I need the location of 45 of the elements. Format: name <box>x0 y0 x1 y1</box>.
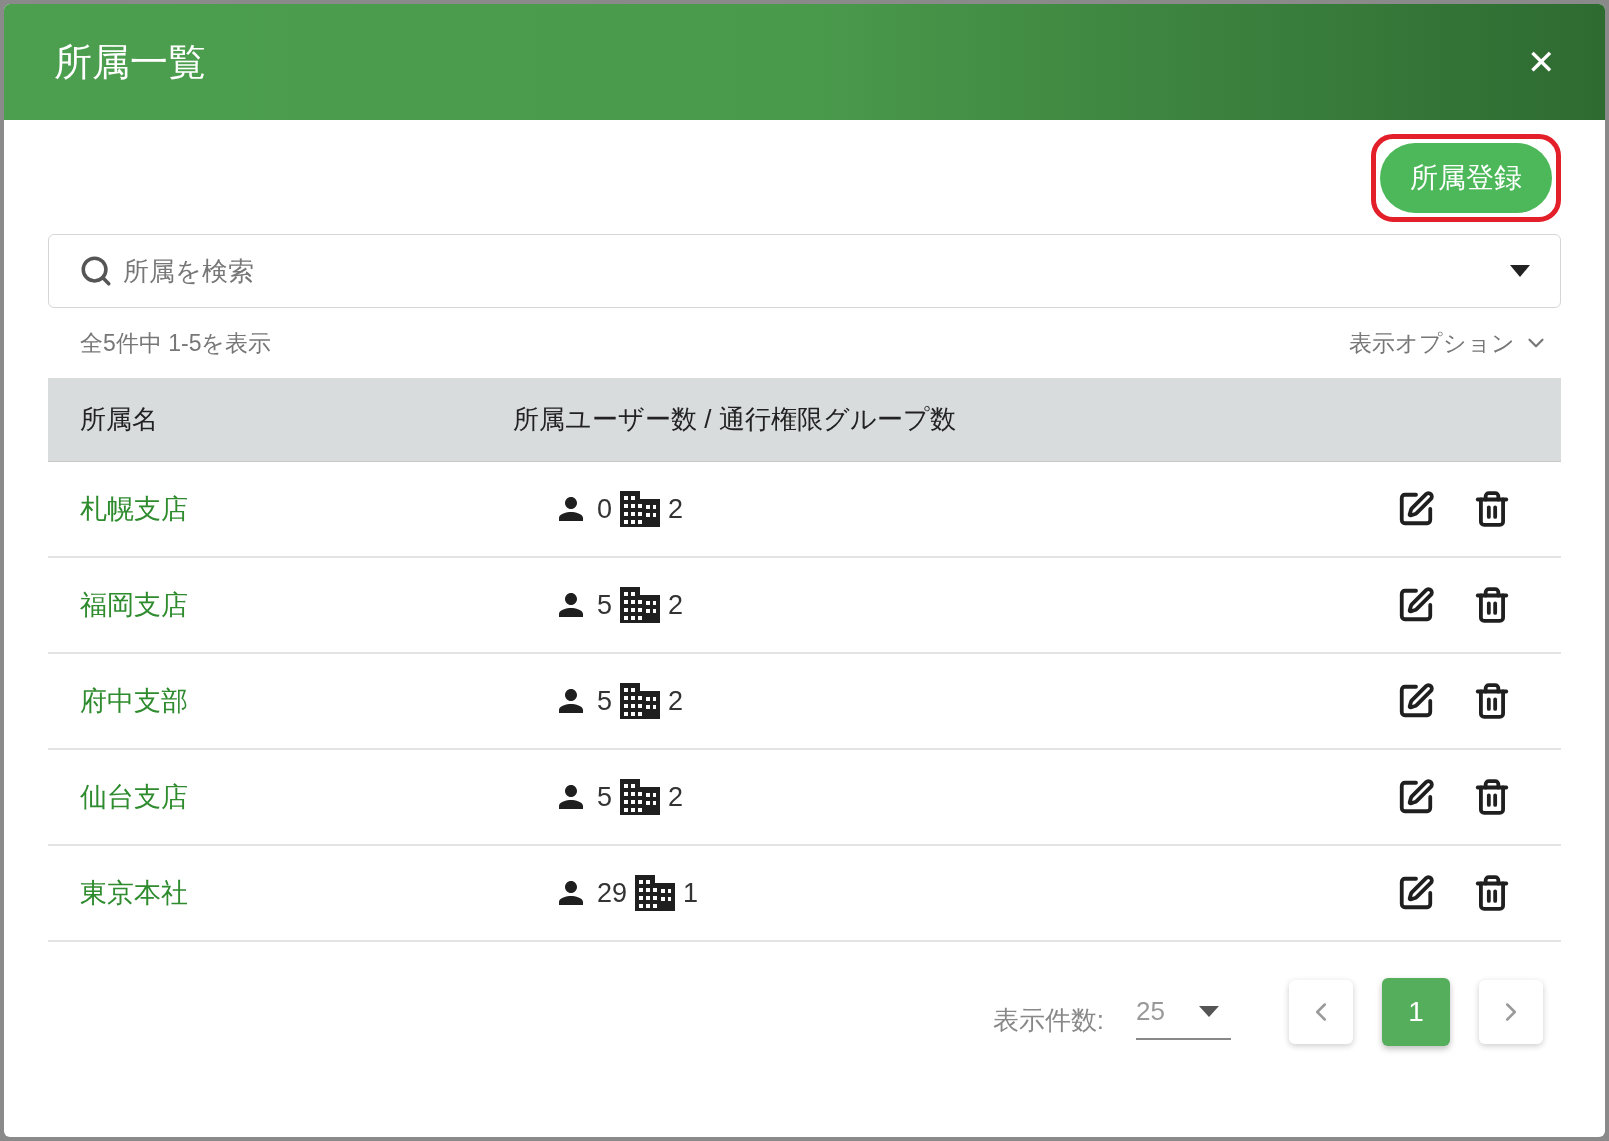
edit-button[interactable] <box>1397 682 1435 720</box>
group-count: 2 <box>668 588 684 622</box>
user-count: 5 <box>597 588 613 622</box>
building-icon <box>620 587 661 623</box>
edit-button[interactable] <box>1397 490 1435 528</box>
building-icon <box>620 683 661 719</box>
user-count: 29 <box>597 876 628 910</box>
department-link[interactable]: 東京本社 <box>48 872 553 914</box>
group-count: 1 <box>683 876 699 910</box>
delete-button[interactable] <box>1473 682 1511 720</box>
user-count: 0 <box>597 492 613 526</box>
search-icon <box>79 254 113 288</box>
edit-button[interactable] <box>1397 586 1435 624</box>
department-link[interactable]: 府中支部 <box>48 680 553 722</box>
group-count: 2 <box>668 684 684 718</box>
page-size-select[interactable]: 25 <box>1136 984 1231 1040</box>
result-summary: 全5件中 1-5を表示 <box>80 328 272 358</box>
building-icon <box>620 491 661 527</box>
group-count: 2 <box>668 492 684 526</box>
dropdown-caret-icon <box>1199 1005 1219 1017</box>
page-button[interactable]: 1 <box>1382 978 1450 1046</box>
edit-button[interactable] <box>1397 778 1435 816</box>
user-count: 5 <box>597 684 613 718</box>
delete-button[interactable] <box>1473 586 1511 624</box>
department-link[interactable]: 仙台支店 <box>48 776 553 818</box>
department-link[interactable]: 札幌支店 <box>48 488 553 530</box>
user-count: 5 <box>597 780 613 814</box>
delete-button[interactable] <box>1473 490 1511 528</box>
dialog-title: 所属一覧 <box>54 39 206 85</box>
page-size-label: 表示件数: <box>992 1003 1104 1037</box>
group-count: 2 <box>668 780 684 814</box>
delete-button[interactable] <box>1473 874 1511 912</box>
close-button[interactable]: ✕ <box>1527 45 1555 79</box>
building-icon <box>620 779 661 815</box>
edit-button[interactable] <box>1397 874 1435 912</box>
search-field[interactable]: 所属を検索 <box>123 251 1500 291</box>
search-bar[interactable]: 所属を検索 <box>48 234 1561 308</box>
department-link[interactable]: 福岡支店 <box>48 584 553 626</box>
register-button[interactable]: 所属登録 <box>1380 143 1552 213</box>
display-options-button[interactable]: 表示オプション <box>1349 325 1549 361</box>
dropdown-caret-icon <box>1510 265 1530 277</box>
column-header: 所属ユーザー数 / 通行権限グループ数 <box>513 403 956 436</box>
building-icon <box>635 875 676 911</box>
column-header: 所属名 <box>79 403 159 436</box>
delete-button[interactable] <box>1473 778 1511 816</box>
